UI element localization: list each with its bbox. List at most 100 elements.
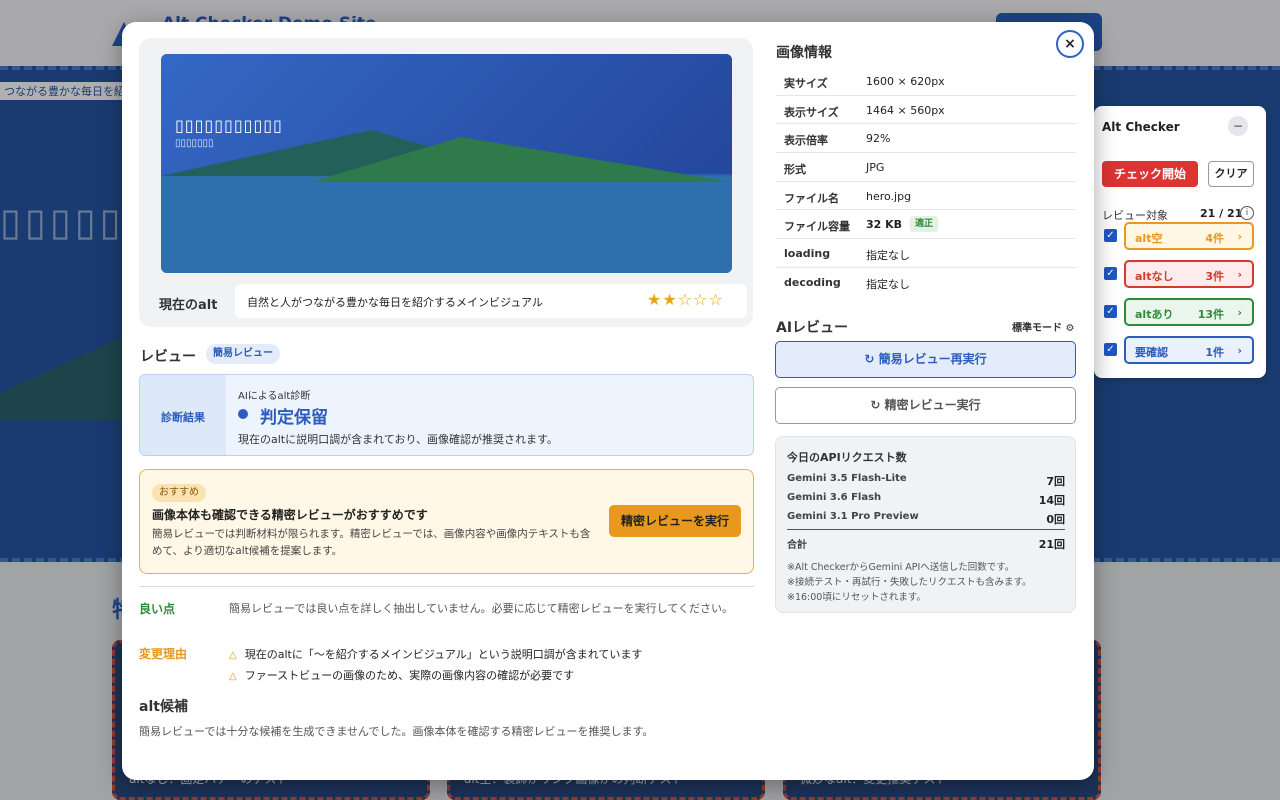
precise-review-run-button[interactable]: ↻ 精密レビュー実行	[775, 387, 1076, 424]
review-heading: レビュー	[140, 349, 196, 365]
divider	[787, 529, 1065, 530]
alt-checker-panel: Alt Checker − チェック開始 クリア レビュー対象 21 / 21 …	[1094, 106, 1266, 378]
info-row-filesize: ファイル容量 32 KB 適正	[776, 210, 1076, 240]
current-alt-text: 自然と人がつながる豊かな毎日を紹介するメインビジュアル	[247, 296, 543, 309]
recommend-description: 簡易レビューでは判断材料が限られます。精密レビューでは、画像内容や画像内テキスト…	[152, 528, 591, 557]
recommend-title: 画像本体も確認できる精密レビューがおすすめです	[152, 508, 428, 522]
info-key: ファイル容量	[784, 220, 850, 234]
ai-review-heading: AIレビュー	[776, 320, 849, 336]
review-target-label: レビュー対象	[1102, 209, 1168, 222]
filter-chip-alt-present[interactable]: altあり 13件 ›	[1124, 298, 1254, 326]
image-review-modal: × ▯▯▯▯▯▯▯▯▯▯▯ ▯▯▯▯▯▯▯ 現在のalt 自然と人がつながる豊か…	[122, 22, 1094, 780]
filter-chip-count: 3件	[1205, 270, 1224, 283]
api-model-name: Gemini 3.1 Pro Preview	[787, 511, 919, 522]
info-value: 92%	[866, 132, 891, 146]
api-note: ※接続テスト・再試行・失敗したリクエストも含みます。	[787, 577, 1032, 588]
warning-triangle-icon: △	[229, 650, 237, 661]
info-value: 1464 × 560px	[866, 103, 945, 117]
review-mode-pill: 簡易レビュー	[206, 344, 280, 364]
api-usage-box: 今日のAPIリクエスト数 Gemini 3.5 Flash-Lite 7回 Ge…	[775, 436, 1076, 613]
info-value: 1600 × 620px	[866, 75, 945, 88]
filter-row-alt-missing: ✓ altなし 3件 ›	[1102, 260, 1254, 288]
checkbox-needs-check[interactable]: ✓	[1104, 343, 1117, 356]
chevron-right-icon: ›	[1237, 306, 1242, 319]
close-button[interactable]: ×	[1056, 30, 1084, 58]
info-key: decoding	[784, 275, 841, 289]
info-value: 指定なし	[866, 249, 910, 263]
info-row-decoding: decoding 指定なし	[776, 268, 1076, 297]
review-target-count: 21 / 21	[1200, 207, 1243, 220]
preview-heading-text: ▯▯▯▯▯▯▯▯▯▯▯	[175, 116, 283, 135]
api-usage-row: Gemini 3.1 Pro Preview 0回	[787, 511, 1065, 526]
api-total-label: 合計	[787, 540, 807, 551]
info-key: loading	[784, 247, 831, 261]
hero-image-preview: ▯▯▯▯▯▯▯▯▯▯▯ ▯▯▯▯▯▯▯	[161, 54, 732, 273]
api-total-count: 21回	[1038, 538, 1065, 551]
change-reason-text: 現在のaltに「〜を紹介するメインビジュアル」という説明口調が含まれています	[244, 648, 643, 661]
quick-review-rerun-button[interactable]: ↻ 簡易レビュー再実行	[775, 341, 1076, 378]
clear-button[interactable]: クリア	[1208, 161, 1254, 187]
info-value: 指定なし	[866, 277, 910, 291]
mode-settings-link[interactable]: 標準モード ⚙	[1012, 319, 1074, 334]
api-model-count: 7回	[1046, 475, 1065, 488]
info-icon[interactable]: i	[1240, 206, 1254, 220]
minimize-button[interactable]: −	[1228, 116, 1248, 136]
filter-chip-count: 13件	[1197, 308, 1224, 321]
checkbox-alt-empty[interactable]: ✓	[1104, 229, 1117, 242]
check-start-button[interactable]: チェック開始	[1102, 161, 1198, 187]
checkbox-alt-present[interactable]: ✓	[1104, 305, 1117, 318]
api-usage-heading: 今日のAPIリクエスト数	[787, 451, 907, 464]
info-key: 表示サイズ	[784, 105, 839, 119]
filter-chip-count: 1件	[1205, 346, 1224, 359]
api-model-name: Gemini 3.5 Flash-Lite	[787, 473, 907, 484]
info-row-loading: loading 指定なし	[776, 239, 1076, 268]
good-points-label: 良い点	[139, 602, 176, 616]
chevron-right-icon: ›	[1237, 344, 1242, 357]
precise-review-button[interactable]: 精密レビューを実行	[609, 505, 741, 537]
info-key: 実サイズ	[784, 77, 828, 90]
filter-chip-label: altなし	[1135, 270, 1174, 283]
alt-candidates-heading: alt候補	[139, 699, 188, 715]
filter-chip-label: alt空	[1135, 232, 1163, 245]
filter-chip-alt-missing[interactable]: altなし 3件 ›	[1124, 260, 1254, 288]
change-reason-text: ファーストビューの画像のため、実際の画像内容の確認が必要です	[244, 669, 575, 682]
info-row-actual-size: 実サイズ 1600 × 620px	[776, 67, 1076, 96]
good-points-text: 簡易レビューでは良い点を詳しく抽出していません。必要に応じて精密レビューを実行し…	[229, 602, 734, 615]
api-model-name: Gemini 3.6 Flash	[787, 492, 882, 503]
alt-checker-title: Alt Checker	[1102, 120, 1180, 134]
api-model-count: 0回	[1046, 513, 1065, 526]
filter-chip-needs-check[interactable]: 要確認 1件 ›	[1124, 336, 1254, 364]
image-info-table: 実サイズ 1600 × 620px 表示サイズ 1464 × 560px 表示倍…	[776, 67, 1076, 297]
info-key: 表示倍率	[784, 134, 828, 148]
recommendation-box: おすすめ 画像本体も確認できる精密レビューがおすすめです 簡易レビューでは判断材…	[139, 469, 754, 574]
filter-chip-label: altあり	[1135, 308, 1174, 321]
filter-chip-label: 要確認	[1135, 346, 1168, 359]
checkbox-alt-missing[interactable]: ✓	[1104, 267, 1117, 280]
filter-chip-alt-empty[interactable]: alt空 4件 ›	[1124, 222, 1254, 250]
diagnosis-verdict: 判定保留	[260, 408, 328, 428]
preview-subheading-text: ▯▯▯▯▯▯▯	[175, 138, 214, 149]
status-badge: 適正	[910, 216, 939, 233]
current-alt-box: 自然と人がつながる豊かな毎日を紹介するメインビジュアル ★★☆☆☆	[235, 284, 747, 318]
diagnosis-description: 現在のaltに説明口調が含まれており、画像確認が推奨されます。	[238, 433, 558, 446]
chevron-right-icon: ›	[1237, 268, 1242, 281]
info-key: 形式	[784, 163, 806, 177]
api-note: ※Alt CheckerからGemini APIへ送信した回数です。	[787, 562, 1015, 573]
image-info-heading: 画像情報	[776, 45, 832, 61]
info-value: hero.jpg	[866, 189, 912, 203]
api-note: ※16:00頃にリセットされます。	[787, 592, 926, 603]
preview-sea	[161, 176, 732, 273]
preview-hill	[311, 137, 731, 182]
filter-row-alt-present: ✓ altあり 13件 ›	[1102, 298, 1254, 326]
chevron-right-icon: ›	[1237, 230, 1242, 243]
api-usage-row: Gemini 3.5 Flash-Lite 7回	[787, 473, 1065, 488]
status-dot-icon	[238, 409, 248, 419]
filter-chip-count: 4件	[1205, 232, 1224, 245]
current-alt-label: 現在のalt	[159, 298, 218, 313]
change-reason-item: △ ファーストビューの画像のため、実際の画像内容の確認が必要です	[229, 667, 574, 683]
diagnosis-box: 診断結果 AIによるalt診断 判定保留 現在のaltに説明口調が含まれており、…	[139, 374, 754, 456]
filter-row-alt-empty: ✓ alt空 4件 ›	[1102, 222, 1254, 250]
api-usage-total: 合計 21回	[787, 536, 1065, 551]
info-value: JPG	[866, 161, 885, 175]
info-row-display-size: 表示サイズ 1464 × 560px	[776, 96, 1076, 125]
